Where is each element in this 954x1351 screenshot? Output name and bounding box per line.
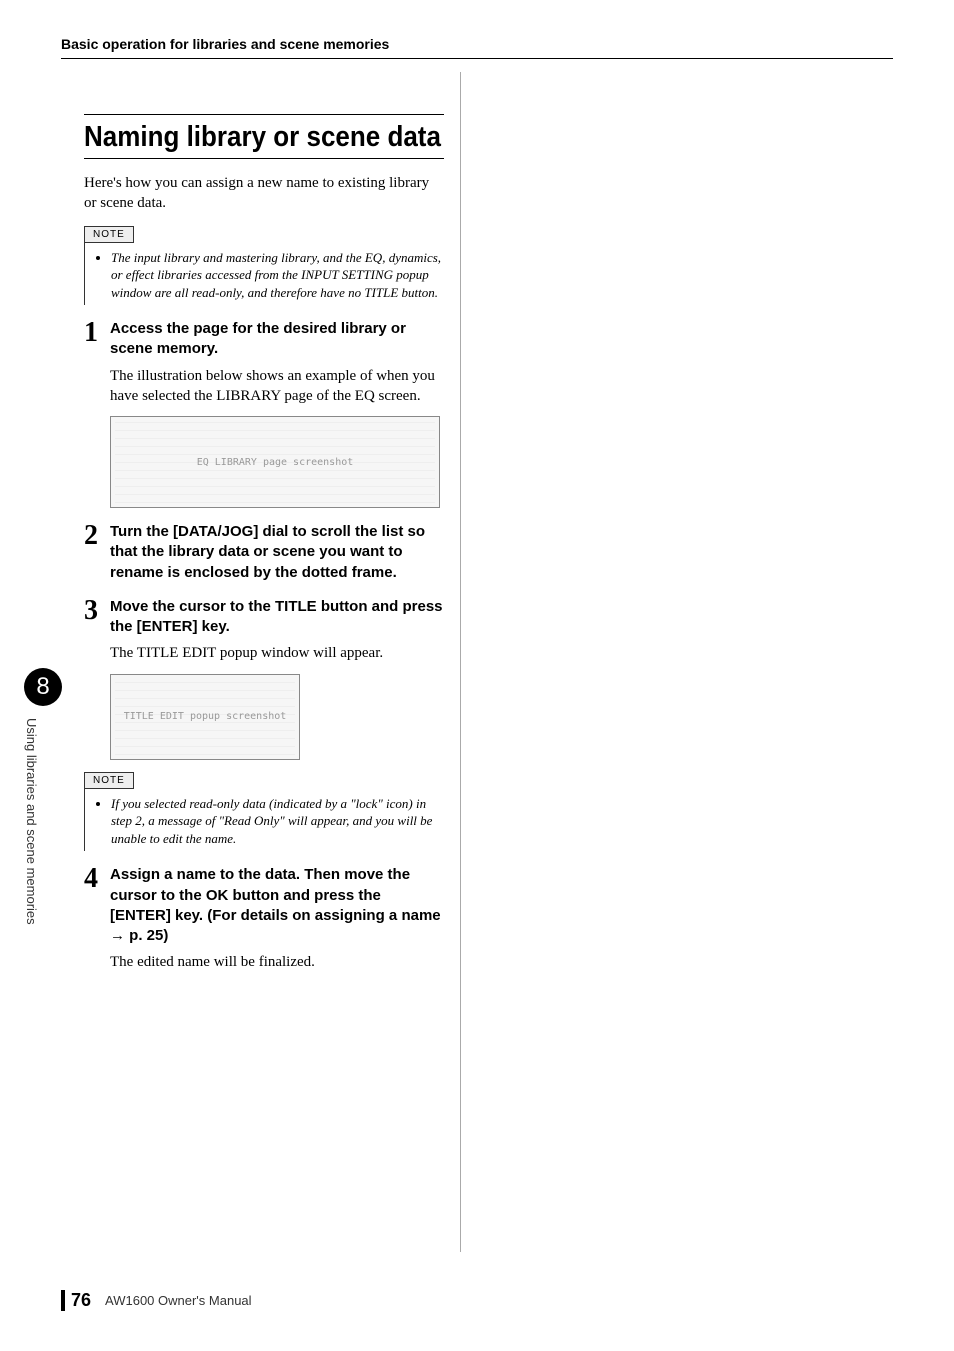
screenshot-eq-library-img: EQ LIBRARY page screenshot <box>110 416 440 508</box>
header-breadcrumb: Basic operation for libraries and scene … <box>61 36 893 52</box>
note-box-1: NOTE The input library and mastering lib… <box>84 224 444 306</box>
step-1: 1 Access the page for the desired librar… <box>84 319 444 360</box>
screenshot-title-edit-img: TITLE EDIT popup screenshot <box>110 674 300 760</box>
chapter-circle: 8 <box>24 668 62 706</box>
step-3-title: Move the cursor to the TITLE button and … <box>110 597 444 638</box>
page-number: 76 <box>61 1290 91 1311</box>
section-intro: Here's how you can assign a new name to … <box>84 173 444 214</box>
screenshot-title-edit: TITLE EDIT popup screenshot <box>110 674 444 760</box>
step-4-body: The edited name will be finalized. <box>110 952 444 972</box>
page-header: Basic operation for libraries and scene … <box>61 36 893 59</box>
step-1-body: The illustration below shows an example … <box>110 366 444 407</box>
step-2: 2 Turn the [DATA/JOG] dial to scroll the… <box>84 522 444 583</box>
chapter-label: Using libraries and scene memories <box>24 718 39 1018</box>
screenshot-eq-library-label: EQ LIBRARY page screenshot <box>197 457 354 468</box>
step-2-title: Turn the [DATA/JOG] dial to scroll the l… <box>110 522 444 583</box>
screenshot-title-edit-label: TITLE EDIT popup screenshot <box>124 711 287 722</box>
manual-name: AW1600 Owner's Manual <box>105 1293 252 1308</box>
screenshot-eq-library-inner: EQ LIBRARY page screenshot <box>115 421 435 503</box>
page-footer: 76 AW1600 Owner's Manual <box>61 1290 252 1311</box>
note-body-1: The input library and mastering library,… <box>84 243 444 306</box>
note-label-1: NOTE <box>84 226 134 243</box>
note-text-2: If you selected read-only data (indicate… <box>111 795 444 848</box>
chapter-number: 8 <box>36 673 49 701</box>
step-4-title: Assign a name to the data. Then move the… <box>110 865 444 946</box>
step-2-num: 2 <box>84 522 110 583</box>
side-tab: 8 Using libraries and scene memories <box>24 668 64 1024</box>
step-1-title: Access the page for the desired library … <box>110 319 444 360</box>
page: Basic operation for libraries and scene … <box>0 0 954 1351</box>
note-label-2: NOTE <box>84 772 134 789</box>
screenshot-eq-library: EQ LIBRARY page screenshot <box>110 416 444 508</box>
section-title-block: Naming library or scene data <box>84 114 444 159</box>
step-4: 4 Assign a name to the data. Then move t… <box>84 865 444 946</box>
step-3-num: 3 <box>84 597 110 638</box>
step-1-num: 1 <box>84 319 110 360</box>
section-title: Naming library or scene data <box>84 119 444 153</box>
step-3: 3 Move the cursor to the TITLE button an… <box>84 597 444 638</box>
note-box-2: NOTE If you selected read-only data (ind… <box>84 770 444 852</box>
main-column: Naming library or scene data Here's how … <box>84 114 444 983</box>
note-text-1: The input library and mastering library,… <box>111 249 444 302</box>
column-rule <box>460 72 461 1252</box>
note-body-2: If you selected read-only data (indicate… <box>84 789 444 852</box>
step-3-body: The TITLE EDIT popup window will appear. <box>110 643 444 663</box>
step-4-num: 4 <box>84 865 110 946</box>
screenshot-title-edit-inner: TITLE EDIT popup screenshot <box>115 679 295 755</box>
